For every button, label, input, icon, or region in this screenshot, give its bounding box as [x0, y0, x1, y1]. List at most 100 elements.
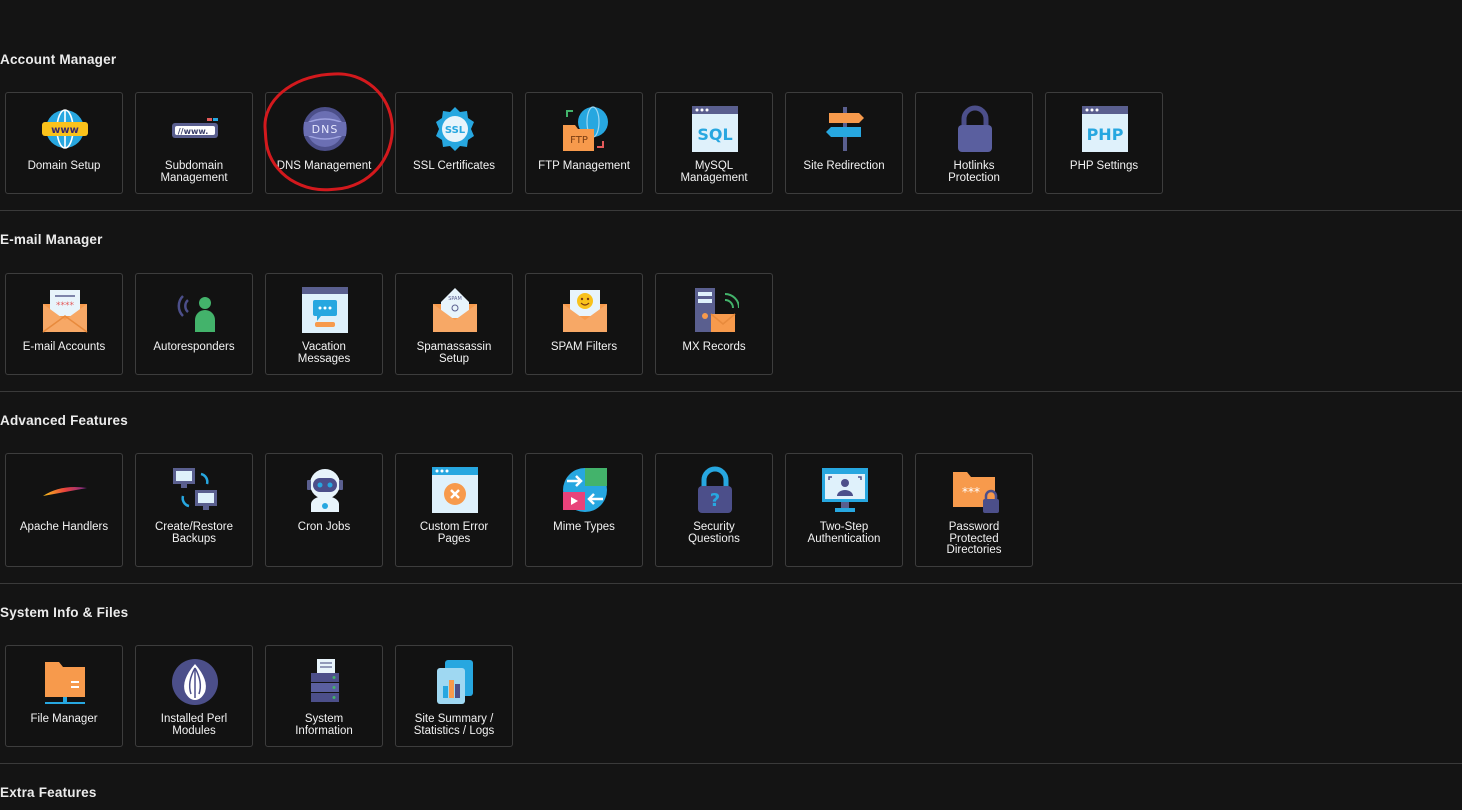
tile-label: Spamassassin Setup [416, 341, 492, 365]
tile-create-restore-backups[interactable]: Create/Restore Backups [135, 453, 253, 567]
section-title-account-manager: Account Manager [0, 52, 117, 67]
tile-file-manager[interactable]: File Manager [5, 645, 123, 747]
tile-php-settings[interactable]: PHP PHP Settings [1045, 92, 1163, 194]
tile-label: Cron Jobs [297, 521, 351, 533]
apache-feather-icon [41, 466, 89, 514]
tile-subdomain-management[interactable]: //www. Subdomain Management [135, 92, 253, 194]
tile-label: Create/Restore Backups [155, 521, 233, 545]
tile-installed-perl-modules[interactable]: Installed Perl Modules [135, 645, 253, 747]
tile-label: Apache Handlers [19, 521, 109, 533]
tile-cron-jobs[interactable]: Cron Jobs [265, 453, 383, 567]
svg-text:SPAM: SPAM [448, 296, 462, 302]
svg-text:PHP: PHP [1087, 125, 1124, 144]
stats-document-icon [431, 658, 479, 706]
divider [0, 583, 1462, 584]
tile-security-questions[interactable]: ? Security Questions [655, 453, 773, 567]
tile-label: DNS Management [276, 160, 372, 172]
tile-label: Domain Setup [27, 160, 101, 172]
message-window-icon [301, 286, 349, 334]
tile-label: File Manager [30, 713, 98, 725]
server-document-icon [301, 658, 349, 706]
tile-label: FTP Management [538, 160, 630, 172]
tile-system-information[interactable]: System Information [265, 645, 383, 747]
tile-email-accounts[interactable]: **** E-mail Accounts [5, 273, 123, 375]
tile-label: Installed Perl Modules [160, 713, 228, 737]
svg-text:www: www [51, 125, 79, 136]
svg-text:DNS: DNS [312, 123, 339, 136]
tile-label: MX Records [682, 341, 746, 353]
error-window-icon [431, 466, 479, 514]
backup-monitors-icon [171, 466, 219, 514]
php-window-icon: PHP [1081, 105, 1129, 153]
section-title-advanced-features: Advanced Features [0, 413, 128, 428]
section-title-email-manager: E-mail Manager [0, 232, 103, 247]
svg-text:SQL: SQL [697, 125, 732, 144]
section-title-system-info-files: System Info & Files [0, 605, 129, 620]
tile-hotlinks-protection[interactable]: Hotlinks Protection [915, 92, 1033, 194]
tile-vacation-messages[interactable]: Vacation Messages [265, 273, 383, 375]
tile-spamassassin-setup[interactable]: SPAM Spamassassin Setup [395, 273, 513, 375]
tile-label: Autoresponders [153, 341, 235, 353]
tile-label: Two-Step Authentication [807, 521, 881, 545]
network-folder-icon [41, 658, 89, 706]
tile-dns-management[interactable]: DNS DNS Management [265, 92, 383, 194]
tile-two-step-authentication[interactable]: Two-Step Authentication [785, 453, 903, 567]
person-broadcast-icon [171, 286, 219, 334]
tile-label: Password Protected Directories [946, 521, 1002, 556]
section-title-extra-features: Extra Features [0, 785, 97, 800]
divider [0, 763, 1462, 764]
divider [0, 210, 1462, 211]
ftp-folder-icon: FTP [561, 105, 609, 153]
tile-ftp-management[interactable]: FTP FTP Management [525, 92, 643, 194]
signpost-icon [821, 105, 869, 153]
tile-label: E-mail Accounts [22, 341, 106, 353]
tile-autoresponders[interactable]: Autoresponders [135, 273, 253, 375]
tile-label: Mime Types [553, 521, 615, 533]
tile-apache-handlers[interactable]: Apache Handlers [5, 453, 123, 567]
tile-label: Site Summary / Statistics / Logs [413, 713, 495, 737]
perl-onion-icon [171, 658, 219, 706]
question-lock-icon: ? [691, 466, 739, 514]
padlock-icon [951, 105, 999, 153]
sql-window-icon: SQL [691, 105, 739, 153]
tile-label: Subdomain Management [160, 160, 228, 184]
tile-site-summary-statistics-logs[interactable]: Site Summary / Statistics / Logs [395, 645, 513, 747]
tile-label: SPAM Filters [550, 341, 618, 353]
divider [0, 391, 1462, 392]
tile-label: Site Redirection [803, 160, 885, 172]
tile-label: Hotlinks Protection [948, 160, 1000, 184]
tile-mx-records[interactable]: MX Records [655, 273, 773, 375]
envelope-password-icon: **** [41, 286, 89, 334]
svg-text:?: ? [710, 490, 720, 511]
mime-globe-icon [561, 466, 609, 514]
robot-icon [301, 466, 349, 514]
svg-text://www.: //www. [178, 127, 209, 136]
tile-label: PHP Settings [1069, 160, 1139, 172]
svg-text:FTP: FTP [570, 135, 588, 146]
tile-password-protected-directories[interactable]: *** Password Protected Directories [915, 453, 1033, 567]
tile-label: SSL Certificates [412, 160, 496, 172]
svg-text:SSL: SSL [445, 125, 466, 136]
tile-domain-setup[interactable]: www Domain Setup [5, 92, 123, 194]
tile-mime-types[interactable]: Mime Types [525, 453, 643, 567]
tile-label: Security Questions [688, 521, 740, 545]
tile-label: MySQL Management [680, 160, 748, 184]
subdomain-icon: //www. [171, 105, 219, 153]
globe-www-icon: www [41, 105, 89, 153]
tile-spam-filters[interactable]: SPAM Filters [525, 273, 643, 375]
tile-ssl-certificates[interactable]: SSL SSL Certificates [395, 92, 513, 194]
tile-label: System Information [295, 713, 353, 737]
tile-label: Custom Error Pages [419, 521, 489, 545]
dns-globe-icon: DNS [301, 105, 349, 153]
tile-site-redirection[interactable]: Site Redirection [785, 92, 903, 194]
smiley-envelope-icon [561, 286, 609, 334]
svg-text:***: *** [962, 485, 980, 499]
ssl-badge-icon: SSL [431, 105, 479, 153]
password-folder-icon: *** [951, 466, 999, 514]
tile-label: Vacation Messages [297, 341, 351, 365]
tile-mysql-management[interactable]: SQL MySQL Management [655, 92, 773, 194]
face-scan-monitor-icon [821, 466, 869, 514]
tile-custom-error-pages[interactable]: Custom Error Pages [395, 453, 513, 567]
mail-server-icon [691, 286, 739, 334]
svg-text:****: **** [56, 301, 75, 311]
